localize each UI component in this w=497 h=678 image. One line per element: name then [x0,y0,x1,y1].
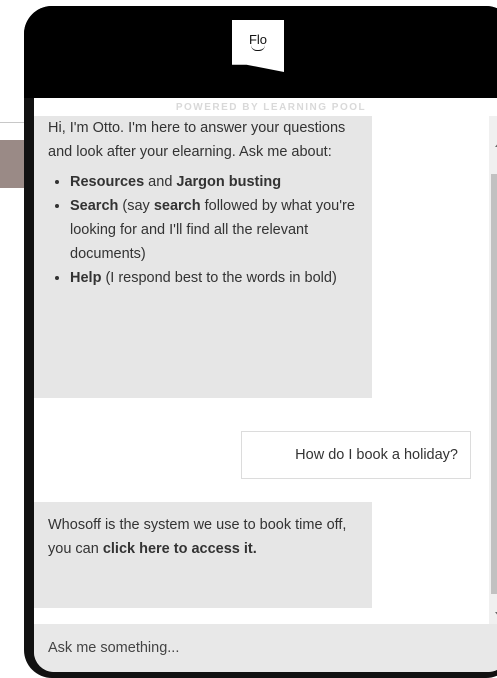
access-link[interactable]: click here to access it. [103,541,257,557]
message-input[interactable] [48,630,488,666]
message-scrollbar[interactable] [489,116,497,624]
flo-logo-icon: Flo [232,20,284,72]
input-bar [34,624,497,672]
bot-message-reply: Whosoff is the system we use to book tim… [34,502,372,608]
topic-item-help: Help (I respond best to the words in bol… [70,266,358,290]
bot-message-intro: Hi, I'm Otto. I'm here to answer your qu… [34,116,372,398]
powered-by-label: POWERED BY LEARNING POOL [175,102,367,113]
topic-item-resources: Resources and Jargon busting [70,170,358,194]
chat-header: Flo [24,6,497,98]
topic-item-search: Search (say search followed by what you'… [70,194,358,266]
message-list[interactable]: Hi, I'm Otto. I'm here to answer your qu… [34,116,489,624]
topic-list: Resources and Jargon busting Search (say… [48,170,358,290]
scroll-thumb[interactable] [491,174,497,594]
chat-panel: POWERED BY LEARNING POOL Hi, I'm Otto. I… [34,98,497,672]
intro-text: Hi, I'm Otto. I'm here to answer your qu… [48,120,346,160]
logo-smile [251,45,265,51]
user-message: How do I book a holiday? [241,431,471,479]
chat-widget: Flo POWERED BY LEARNING POOL Hi, I'm Ott… [24,6,497,678]
